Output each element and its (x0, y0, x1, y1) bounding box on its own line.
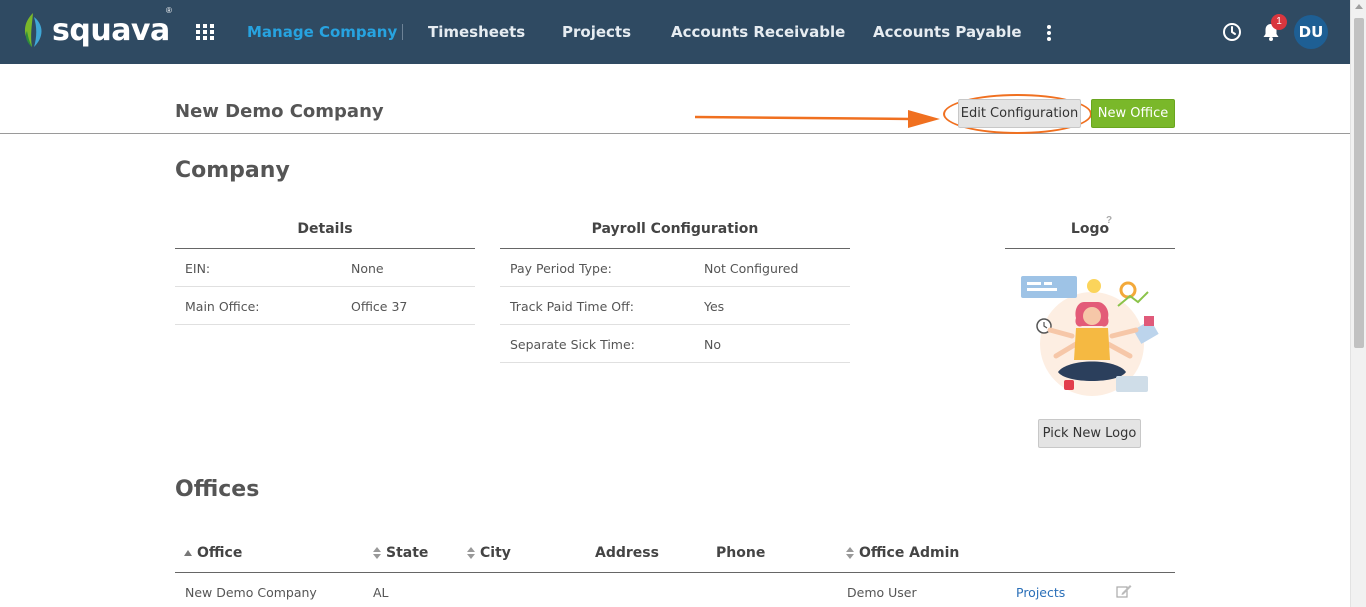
col-city-label: City (480, 545, 511, 561)
top-nav-bar: squava ® Manage Company Timesheets Proje… (0, 0, 1350, 64)
nav-manage-company[interactable]: Manage Company (247, 23, 397, 41)
squava-logo[interactable]: squava (20, 10, 170, 50)
row-divider (175, 286, 475, 287)
company-logo-image (1021, 276, 1159, 396)
row-divider (175, 324, 475, 325)
sick-time-value: No (704, 337, 721, 352)
scroll-up-arrow-icon[interactable] (1355, 4, 1363, 9)
leaf-logo-icon (24, 13, 42, 47)
col-phone: Phone (716, 545, 766, 561)
nav-projects[interactable]: Projects (562, 23, 631, 41)
sort-icon (467, 547, 475, 559)
nav-accounts-payable[interactable]: Accounts Payable (873, 23, 1022, 41)
logo-header: Logo (1070, 221, 1110, 237)
sick-time-label: Separate Sick Time: (510, 337, 635, 352)
ein-label: EIN: (185, 261, 211, 276)
trademark-mark: ® (166, 6, 172, 15)
edit-configuration-button[interactable]: Edit Configuration (958, 99, 1081, 128)
pick-new-logo-button[interactable]: Pick New Logo (1038, 419, 1141, 448)
col-state-label: State (386, 545, 429, 561)
user-avatar[interactable]: DU (1294, 15, 1328, 49)
office-admin-cell: Demo User (847, 585, 917, 600)
new-office-button[interactable]: New Office (1091, 99, 1175, 128)
office-name-cell: New Demo Company (185, 585, 317, 600)
help-icon[interactable]: ? (1106, 215, 1112, 226)
apps-grid-icon[interactable] (195, 23, 215, 41)
office-state-cell: AL (373, 585, 389, 600)
page-title: New Demo Company (175, 101, 384, 122)
notification-badge: 1 (1271, 14, 1287, 30)
col-office-admin-sortable[interactable]: Office Admin (846, 545, 959, 561)
row-divider (500, 286, 850, 287)
page-scrollbar[interactable] (1350, 0, 1366, 607)
nav-divider (402, 24, 403, 40)
payroll-config-header: Payroll Configuration (591, 221, 759, 237)
annotation-arrow-icon (694, 110, 940, 128)
col-office-label: Office (197, 545, 243, 561)
track-pto-label: Track Paid Time Off: (510, 299, 634, 314)
col-state-sortable[interactable]: State (373, 545, 428, 561)
pay-period-value: Not Configured (704, 261, 799, 276)
col-address: Address (595, 545, 659, 561)
ein-value: None (351, 261, 384, 276)
offices-header-rule (175, 572, 1175, 573)
office-projects-link[interactable]: Projects (1016, 585, 1065, 600)
pay-period-label: Pay Period Type: (510, 261, 612, 276)
details-header-rule (175, 248, 475, 249)
sort-asc-icon (184, 550, 192, 556)
more-vertical-icon[interactable] (1046, 24, 1052, 42)
offices-heading: Offices (175, 477, 260, 502)
col-city-sortable[interactable]: City (467, 545, 511, 561)
track-pto-value: Yes (704, 299, 725, 314)
row-divider (500, 324, 850, 325)
row-divider (500, 362, 850, 363)
main-office-label: Main Office: (185, 299, 260, 314)
col-office-sortable[interactable]: Office (184, 545, 242, 561)
nav-timesheets[interactable]: Timesheets (428, 23, 525, 41)
scroll-thumb[interactable] (1354, 18, 1364, 348)
sort-icon (846, 547, 854, 559)
logo-header-rule (1005, 248, 1175, 249)
sort-icon (373, 547, 381, 559)
clock-icon[interactable] (1222, 22, 1242, 42)
company-heading: Company (175, 158, 290, 183)
brand-name: squava (52, 12, 170, 48)
main-office-value: Office 37 (351, 299, 408, 314)
header-divider (0, 133, 1350, 134)
col-office-admin-label: Office Admin (859, 545, 960, 561)
payroll-header-rule (500, 248, 850, 249)
details-header: Details (297, 221, 353, 237)
edit-pencil-icon[interactable] (1116, 584, 1132, 598)
nav-accounts-receivable[interactable]: Accounts Receivable (671, 23, 845, 41)
